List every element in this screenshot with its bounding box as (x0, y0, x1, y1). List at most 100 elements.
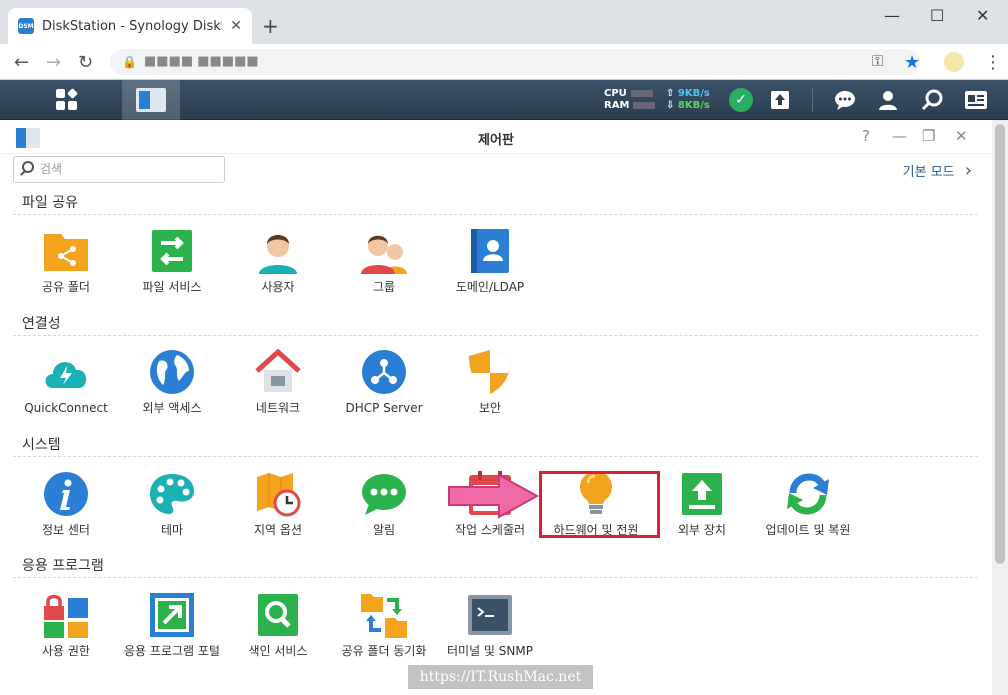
minimize-button[interactable]: — (892, 127, 907, 145)
terminal-snmp-item[interactable]: 터미널 및 SNMP (437, 592, 543, 659)
shared-folder-item[interactable]: 공유 폴더 (13, 228, 119, 295)
close-button[interactable]: ✕ (955, 127, 968, 145)
privileges-item[interactable]: 사용 권한 (13, 592, 119, 659)
search-field-icon (22, 161, 34, 173)
window-title-bar: 제어판 ? — ❐ ✕ (0, 120, 992, 154)
reload-icon[interactable]: ↻ (78, 52, 93, 73)
tab-close-icon[interactable]: ✕ (230, 18, 242, 34)
upload-queue-icon[interactable] (768, 88, 792, 112)
forward-icon[interactable]: → (46, 52, 61, 73)
security-item[interactable]: 보안 (437, 349, 543, 416)
shared-folder-icon (43, 228, 89, 274)
shared-folder-sync-item[interactable]: 공유 폴더 동기화 (331, 592, 437, 659)
search-icon[interactable] (920, 88, 944, 112)
item-label: 작업 스케줄러 (454, 523, 526, 537)
cpu-bar (630, 89, 653, 97)
terminal-icon (467, 592, 513, 638)
url-field[interactable]: 🔒 ■■■■ ■■■■■ (110, 49, 920, 75)
dhcp-server-item[interactable]: DHCP Server (331, 349, 437, 416)
notifications-chat-icon[interactable] (833, 88, 857, 112)
item-label: 외부 액세스 (142, 401, 202, 415)
bookmark-star-icon[interactable]: ★ (904, 52, 920, 73)
tab-title: DiskStation - Synology DiskStation (42, 18, 222, 34)
system-health-ok-icon[interactable]: ✓ (729, 88, 753, 112)
key-icon[interactable]: ⚿ (872, 52, 883, 70)
chevron-right-icon: › (964, 160, 972, 181)
item-label: 응용 프로그램 포털 (124, 644, 220, 658)
vertical-scrollbar[interactable] (992, 120, 1008, 695)
item-label: 네트워크 (255, 401, 301, 415)
file-services-item[interactable]: 파일 서비스 (119, 228, 225, 295)
external-devices-item[interactable]: 외부 장치 (649, 471, 755, 538)
item-label: 터미널 및 SNMP (447, 644, 533, 658)
update-restore-item[interactable]: 업데이트 및 복원 (755, 471, 861, 538)
theme-item[interactable]: 테마 (119, 471, 225, 538)
chat-bubble-icon (361, 471, 407, 517)
item-label: 알림 (372, 523, 396, 537)
regional-options-item[interactable]: 지역 옵션 (225, 471, 331, 538)
user-options-icon[interactable] (876, 88, 900, 112)
section-system-title: 시스템 (22, 437, 61, 453)
notification-item[interactable]: 알림 (331, 471, 437, 538)
main-menu-button[interactable] (22, 80, 112, 120)
group-item[interactable]: 그룹 (331, 228, 437, 295)
download-speed: 8KB/s (677, 100, 710, 111)
info-center-item[interactable]: 정보 센터 (13, 471, 119, 538)
browser-tab[interactable]: DSM DiskStation - Synology DiskStation ✕ (8, 8, 252, 44)
window-title: 제어판 (478, 133, 514, 148)
help-button[interactable]: ? (862, 127, 870, 145)
user-icon (255, 228, 301, 274)
ram-bar (633, 101, 656, 109)
quickconnect-item[interactable]: QuickConnect (13, 349, 119, 416)
item-label: 정보 센터 (42, 523, 90, 537)
application-portal-item[interactable]: 응용 프로그램 포털 (119, 592, 225, 659)
widgets-icon[interactable] (964, 88, 988, 112)
main-menu-icon (56, 88, 78, 111)
basic-mode-link[interactable]: 기본 모드 › (903, 160, 972, 181)
new-tab-button[interactable]: + (262, 14, 279, 38)
section-connectivity-title: 연결성 (22, 316, 61, 332)
cpu-label: CPU (604, 88, 627, 99)
back-icon[interactable]: ← (14, 52, 29, 73)
item-label: 사용 권한 (42, 644, 90, 658)
close-window-button[interactable]: ✕ (976, 6, 989, 25)
scrollbar-thumb[interactable] (995, 124, 1005, 564)
profile-avatar[interactable] (944, 52, 964, 72)
user-item[interactable]: 사용자 (225, 228, 331, 295)
search-input[interactable]: 검색 (13, 156, 225, 183)
resource-monitor-widget[interactable]: CPU RAM (604, 88, 656, 112)
section-divider (13, 335, 978, 336)
minimize-window-button[interactable]: — (884, 6, 900, 25)
external-access-item[interactable]: 외부 액세스 (119, 349, 225, 416)
address-bar-row: ← → ↻ 🔒 ■■■■ ■■■■■ ⚿ ★ ⋮ (0, 44, 1008, 80)
item-label: QuickConnect (24, 401, 108, 415)
watermark-text: https://IT.RushMac.net (408, 665, 593, 689)
refresh-arrows-icon (785, 471, 831, 517)
download-arrow-icon: ⇩ (666, 100, 675, 111)
file-services-icon (149, 228, 195, 274)
lock-icon: 🔒 (122, 55, 137, 69)
network-house-icon (255, 349, 301, 395)
item-label: 공유 폴더 (42, 280, 90, 294)
browser-menu-icon[interactable]: ⋮ (984, 52, 1002, 73)
url-text: ■■■■ ■■■■■ (144, 54, 259, 69)
section-file-sharing-title: 파일 공유 (22, 195, 78, 211)
maximize-window-button[interactable]: ☐ (930, 6, 944, 25)
privileges-lock-icon (43, 592, 89, 638)
browser-tab-bar: DSM DiskStation - Synology DiskStation ✕… (0, 0, 1008, 44)
control-panel-window: 제어판 ? — ❐ ✕ 검색 기본 모드 › 파일 공유 공유 폴더 파일 서비… (0, 120, 992, 695)
search-placeholder: 검색 (40, 162, 63, 176)
domain-ldap-item[interactable]: 도메인/LDAP (437, 228, 543, 295)
indexing-service-item[interactable]: 색인 서비스 (225, 592, 331, 659)
network-item[interactable]: 네트워크 (225, 349, 331, 416)
item-label: 지역 옵션 (254, 523, 302, 537)
control-panel-taskbar-button[interactable] (122, 80, 180, 120)
group-icon (361, 228, 407, 274)
shield-icon (467, 349, 513, 395)
info-icon (43, 471, 89, 517)
item-label: 사용자 (261, 280, 295, 294)
domain-ldap-icon (467, 228, 513, 274)
folder-sync-icon (361, 592, 407, 638)
restore-button[interactable]: ❐ (922, 127, 935, 145)
dhcp-server-icon (361, 349, 407, 395)
